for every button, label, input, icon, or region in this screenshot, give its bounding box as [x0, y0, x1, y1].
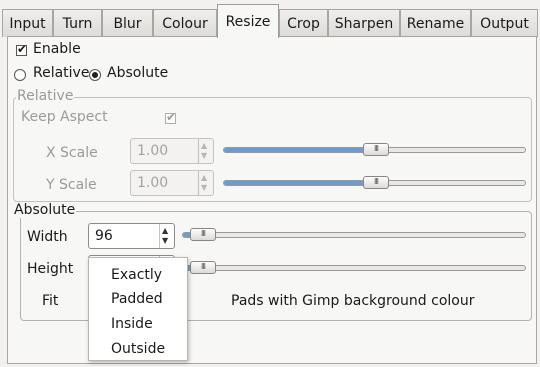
fit-label: Fit — [42, 293, 59, 309]
fit-hint: Pads with Gimp background colour — [231, 293, 475, 309]
tab-label: Crop — [287, 15, 320, 32]
height-slider-thumb[interactable]: III — [190, 261, 216, 274]
tab-sharpen[interactable]: Sharpen — [328, 9, 400, 37]
absolute-group-legend: Absolute — [13, 202, 77, 218]
window: Input Turn Blur Colour Resize Crop Sharp… — [0, 0, 540, 367]
height-label: Height — [27, 261, 74, 277]
x-scale-spin-arrows[interactable]: ▲ ▼ — [198, 139, 213, 163]
x-scale-label: X Scale — [46, 145, 98, 161]
width-spin-arrows[interactable]: ▲ ▼ — [159, 224, 174, 248]
fit-option-inside[interactable]: Inside — [111, 316, 153, 332]
tab-label: Resize — [225, 13, 271, 30]
tab-input[interactable]: Input — [2, 9, 53, 37]
tab-label: Rename — [406, 15, 465, 32]
y-scale-value: 1.00 — [137, 175, 169, 191]
fit-dropdown-menu: Exactly Padded Inside Outside — [88, 257, 188, 361]
x-scale-slider-fill — [224, 148, 364, 152]
width-label: Width — [27, 229, 68, 245]
keep-aspect-checkbox[interactable]: ✔ — [165, 110, 176, 124]
tab-label: Sharpen — [334, 15, 394, 32]
tab-label: Output — [480, 15, 529, 32]
y-scale-spin-arrows[interactable]: ▲ ▼ — [198, 171, 213, 195]
tab-label: Blur — [113, 15, 142, 32]
y-scale-label: Y Scale — [46, 177, 97, 193]
tab-turn[interactable]: Turn — [53, 9, 102, 37]
resize-panel: ✔ Enable Relative Absolute Relative Keep… — [7, 36, 537, 364]
checkmark-icon: ✔ — [166, 110, 177, 124]
chevron-down-icon: ▼ — [162, 236, 169, 245]
tab-colour[interactable]: Colour — [153, 9, 217, 37]
relative-group-legend: Relative — [16, 88, 75, 104]
y-scale-spinbox[interactable]: 1.00 ▲ ▼ — [130, 170, 214, 196]
x-scale-slider-thumb[interactable]: III — [363, 143, 389, 156]
tab-resize[interactable]: Resize — [217, 4, 279, 38]
tab-bar: Input Turn Blur Colour Resize Crop Sharp… — [0, 3, 540, 38]
enable-checkbox[interactable]: ✔ — [16, 42, 27, 56]
tab-crop[interactable]: Crop — [279, 9, 328, 37]
height-slider[interactable] — [182, 265, 526, 271]
x-scale-spinbox[interactable]: 1.00 ▲ ▼ — [130, 138, 214, 164]
width-slider[interactable] — [182, 232, 526, 238]
chevron-up-icon: ▲ — [162, 226, 169, 235]
width-spinbox[interactable]: 96 ▲ ▼ — [88, 223, 175, 249]
chevron-up-icon: ▲ — [201, 173, 208, 182]
tab-label: Turn — [62, 15, 93, 32]
tab-label: Colour — [162, 15, 208, 32]
y-scale-slider-fill — [224, 181, 364, 185]
tab-output[interactable]: Output — [471, 9, 538, 37]
checkmark-icon: ✔ — [17, 42, 28, 56]
fit-option-outside[interactable]: Outside — [111, 341, 165, 357]
enable-label: Enable — [33, 41, 81, 57]
chevron-down-icon: ▼ — [201, 183, 208, 192]
chevron-down-icon: ▼ — [201, 151, 208, 160]
fit-option-padded[interactable]: Padded — [111, 291, 163, 307]
fit-option-exactly[interactable]: Exactly — [111, 267, 162, 283]
tab-blur[interactable]: Blur — [102, 9, 153, 37]
width-slider-thumb[interactable]: III — [190, 228, 216, 241]
y-scale-slider-thumb[interactable]: III — [363, 176, 389, 189]
tab-label: Input — [9, 15, 46, 32]
relative-radio[interactable] — [14, 69, 26, 81]
absolute-radio[interactable] — [89, 69, 101, 81]
keep-aspect-label: Keep Aspect — [21, 109, 108, 125]
chevron-up-icon: ▲ — [201, 141, 208, 150]
absolute-radio-label: Absolute — [107, 65, 169, 81]
width-value: 96 — [95, 228, 113, 244]
relative-radio-label: Relative — [33, 65, 90, 81]
tab-rename[interactable]: Rename — [400, 9, 471, 37]
x-scale-value: 1.00 — [137, 143, 169, 159]
